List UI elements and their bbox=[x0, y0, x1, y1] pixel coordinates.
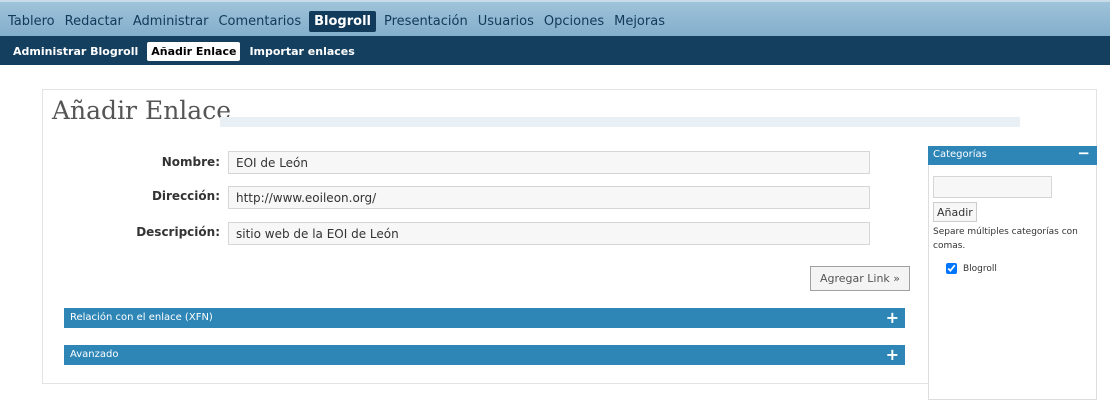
category-label: Blogroll bbox=[963, 263, 997, 274]
blogroll-checkbox[interactable] bbox=[946, 263, 957, 274]
top-menu-tablero[interactable]: Tablero bbox=[6, 12, 57, 31]
sub-navigation: Administrar Blogroll Añadir Enlace Impor… bbox=[0, 36, 1110, 65]
top-menu-administrar[interactable]: Administrar bbox=[131, 12, 211, 31]
top-menu-usuarios[interactable]: Usuarios bbox=[476, 12, 536, 31]
xfn-section-label: Relación con el enlace (XFN) bbox=[70, 312, 213, 323]
descripcion-label: Descripción: bbox=[136, 225, 220, 239]
top-menu-comentarios[interactable]: Comentarios bbox=[216, 12, 303, 31]
direccion-input[interactable] bbox=[228, 186, 870, 209]
avanzado-section-label: Avanzado bbox=[70, 349, 119, 360]
categories-help-text: Separe múltiples categorías con comas. bbox=[933, 227, 1078, 251]
new-category-input[interactable] bbox=[933, 176, 1052, 198]
page-title: Añadir Enlace bbox=[52, 96, 232, 125]
expand-icon[interactable]: + bbox=[886, 345, 899, 365]
direccion-label: Dirección: bbox=[151, 189, 220, 203]
sub-menu: Administrar Blogroll Añadir Enlace Impor… bbox=[10, 42, 358, 61]
top-menu: Tablero Redactar Administrar Comentarios… bbox=[6, 11, 667, 32]
nombre-input[interactable] bbox=[228, 151, 870, 174]
avanzado-section-header[interactable]: Avanzado + bbox=[64, 345, 905, 365]
descripcion-input[interactable] bbox=[228, 222, 870, 245]
top-menu-presentacion[interactable]: Presentación bbox=[382, 12, 470, 31]
top-menu-redactar[interactable]: Redactar bbox=[63, 12, 125, 31]
sub-menu-administrar-blogroll[interactable]: Administrar Blogroll bbox=[10, 43, 141, 60]
categories-title: Categorías bbox=[933, 149, 987, 160]
top-menu-mejoras[interactable]: Mejoras bbox=[612, 12, 667, 31]
sub-menu-anadir-enlace[interactable]: Añadir Enlace bbox=[147, 42, 241, 61]
add-category-button[interactable]: Añadir bbox=[933, 202, 977, 222]
xfn-section-header[interactable]: Relación con el enlace (XFN) + bbox=[64, 308, 905, 328]
top-menu-blogroll[interactable]: Blogroll bbox=[309, 11, 376, 32]
sub-menu-importar-enlaces[interactable]: Importar enlaces bbox=[246, 43, 357, 60]
categories-header[interactable]: Categorías − bbox=[928, 144, 1097, 165]
nombre-label: Nombre: bbox=[161, 155, 220, 169]
category-item-blogroll[interactable]: Blogroll bbox=[946, 263, 997, 274]
agregar-link-button[interactable]: Agregar Link » bbox=[810, 266, 910, 291]
title-divider bbox=[220, 117, 1020, 127]
expand-icon[interactable]: + bbox=[886, 308, 899, 328]
collapse-icon[interactable]: − bbox=[1077, 144, 1090, 162]
top-menu-opciones[interactable]: Opciones bbox=[542, 12, 606, 31]
top-navigation: Tablero Redactar Administrar Comentarios… bbox=[0, 0, 1110, 36]
